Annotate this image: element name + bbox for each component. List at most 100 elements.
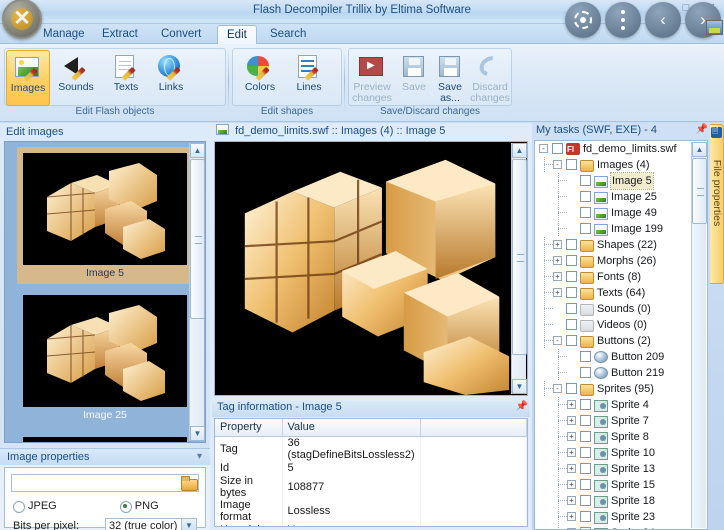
back-button[interactable]: ‹ xyxy=(645,2,681,38)
tree-item[interactable]: + Sprite 7 xyxy=(535,413,692,429)
tree-item-checkbox[interactable] xyxy=(580,415,591,426)
tree-item-checkbox[interactable] xyxy=(580,511,591,522)
more-options-button[interactable] xyxy=(605,2,641,38)
tree-item[interactable]: - Sprites (95) xyxy=(535,381,692,397)
tree-item-checkbox[interactable] xyxy=(566,255,577,266)
table-row[interactable]: Tag 36 (stagDefineBitsLossless2) xyxy=(215,436,527,461)
scroll-thumb[interactable] xyxy=(512,159,527,355)
tree-item[interactable]: Image 199 xyxy=(535,221,692,237)
tree-item[interactable]: + Fonts (8) xyxy=(535,269,692,285)
bits-per-pixel-select[interactable]: 32 (true color) ▼ xyxy=(105,518,197,530)
tree-item-checkbox[interactable] xyxy=(580,447,591,458)
tree-expand-icon[interactable]: + xyxy=(567,464,576,473)
tree-item[interactable]: + Shapes (22) xyxy=(535,237,692,253)
tree-item-checkbox[interactable] xyxy=(566,239,577,250)
ribbon-button-links[interactable]: Links xyxy=(149,50,193,106)
tree-item-checkbox[interactable] xyxy=(566,287,577,298)
radio-png[interactable]: PNG xyxy=(119,500,159,513)
column-header-value[interactable]: Value xyxy=(282,419,421,437)
chevron-down-icon[interactable]: ▾ xyxy=(197,451,202,462)
table-row[interactable]: Has alpha Yes xyxy=(215,522,527,526)
image-path-input[interactable] xyxy=(11,474,199,492)
tab-extract[interactable]: Extract xyxy=(93,25,147,44)
tree-item-checkbox[interactable] xyxy=(580,399,591,410)
tree-item[interactable]: Sounds (0) xyxy=(535,301,692,317)
scroll-up-button[interactable]: ▲ xyxy=(190,143,205,158)
tree-item-checkbox[interactable] xyxy=(580,431,591,442)
tree-item[interactable]: + Sprite 13 xyxy=(535,461,692,477)
scroll-up-button[interactable]: ▲ xyxy=(692,142,707,157)
tree-item-checkbox[interactable] xyxy=(580,479,591,490)
tree-expand-icon[interactable]: + xyxy=(567,432,576,441)
tree-collapse-icon[interactable]: - xyxy=(553,384,562,393)
tree-item[interactable]: + Sprite 4 xyxy=(535,397,692,413)
tree-item[interactable]: + Sprite 8 xyxy=(535,429,692,445)
image-thumbnail-list[interactable]: Image 5 Image 25 ▲ ▼ xyxy=(4,141,206,443)
tree-item[interactable]: Button 209 xyxy=(535,349,692,365)
tree-item-checkbox[interactable] xyxy=(552,143,563,154)
tree-expand-icon[interactable]: + xyxy=(553,272,562,281)
pin-icon[interactable]: 📌 xyxy=(696,124,708,135)
column-header-extra[interactable] xyxy=(420,419,527,437)
tree-scrollbar[interactable]: ▲ xyxy=(691,142,707,528)
scroll-down-button[interactable]: ▼ xyxy=(512,379,527,394)
preview-canvas[interactable]: ▲ ▼ xyxy=(214,141,528,396)
tree-item[interactable]: - fd_demo_limits.swf xyxy=(535,141,692,158)
column-header-property[interactable]: Property xyxy=(215,419,283,437)
tree-item-checkbox[interactable] xyxy=(566,303,577,314)
pin-icon[interactable]: 📌 xyxy=(516,401,528,412)
chevron-down-icon[interactable]: ▼ xyxy=(181,519,196,530)
tag-information-table[interactable]: Property Value Tag 36 (stagDefineBitsLos… xyxy=(214,418,528,527)
tree-expand-icon[interactable]: + xyxy=(553,240,562,249)
table-row[interactable]: Size in bytes 108877 xyxy=(215,474,527,499)
table-row[interactable]: Image format Lossless xyxy=(215,498,527,523)
radio-jpeg[interactable]: JPEG xyxy=(13,500,57,513)
ribbon-button-colors[interactable]: Colors xyxy=(238,50,282,106)
tree-item-checkbox[interactable] xyxy=(566,383,577,394)
preview-scrollbar[interactable]: ▲ ▼ xyxy=(511,143,527,394)
ribbon-button-save-as[interactable]: Save as... xyxy=(428,50,472,106)
app-menu-button[interactable]: ✕ xyxy=(2,0,42,39)
scroll-down-button[interactable]: ▼ xyxy=(190,426,205,441)
tree-item-checkbox[interactable] xyxy=(580,223,591,234)
tree-expand-icon[interactable]: + xyxy=(567,400,576,409)
thumbnail-item[interactable]: Image 25 xyxy=(17,289,193,426)
tree-item-checkbox[interactable] xyxy=(580,351,591,362)
ribbon-button-preview-changes[interactable]: Preview changes xyxy=(350,50,394,106)
tree-item-checkbox[interactable] xyxy=(566,335,577,346)
tree-item[interactable]: + Sprite 10 xyxy=(535,445,692,461)
tree-item-checkbox[interactable] xyxy=(580,367,591,378)
tree-expand-icon[interactable]: + xyxy=(567,416,576,425)
tree-item-checkbox[interactable] xyxy=(580,191,591,202)
tree-item[interactable]: +Sprite 24 xyxy=(535,525,692,529)
tree-item[interactable]: Image 5 xyxy=(535,172,692,190)
tree-expand-icon[interactable]: + xyxy=(567,512,576,521)
tree-item[interactable]: + Sprite 15 xyxy=(535,477,692,493)
tree-item-checkbox[interactable] xyxy=(580,495,591,506)
tab-convert[interactable]: Convert xyxy=(152,25,210,44)
scroll-thumb[interactable] xyxy=(692,158,707,224)
tree-expand-icon[interactable]: + xyxy=(553,288,562,297)
screenshot-target-button[interactable] xyxy=(565,2,601,38)
tree-item[interactable]: + Sprite 23 xyxy=(535,509,692,525)
tree-item-checkbox[interactable] xyxy=(566,159,577,170)
tree-item[interactable]: Image 49 xyxy=(535,205,692,221)
thumbnail-list-scrollbar[interactable]: ▲ ▼ xyxy=(189,143,205,441)
tab-manage[interactable]: Manage xyxy=(34,25,94,44)
tree-collapse-icon[interactable]: - xyxy=(539,144,548,153)
ribbon-button-lines[interactable]: Lines xyxy=(287,50,331,106)
tree-collapse-icon[interactable]: - xyxy=(553,336,562,345)
ribbon-button-images[interactable]: Images xyxy=(6,50,50,106)
table-row[interactable]: Id 5 xyxy=(215,460,527,475)
tree-expand-icon[interactable]: + xyxy=(567,480,576,489)
tree-expand-icon[interactable]: + xyxy=(553,256,562,265)
tree-item[interactable]: Image 25 xyxy=(535,189,692,205)
tree-item[interactable]: Videos (0) xyxy=(535,317,692,333)
tree-item[interactable]: Button 219 xyxy=(535,365,692,381)
tab-edit[interactable]: Edit xyxy=(217,25,257,45)
ribbon-button-texts[interactable]: Texts xyxy=(104,50,148,106)
tree-expand-icon[interactable]: + xyxy=(567,448,576,457)
tree-item-checkbox[interactable] xyxy=(580,207,591,218)
tree-item[interactable]: - Buttons (2) xyxy=(535,333,692,349)
thumbnail-preview-icon[interactable] xyxy=(706,20,723,35)
